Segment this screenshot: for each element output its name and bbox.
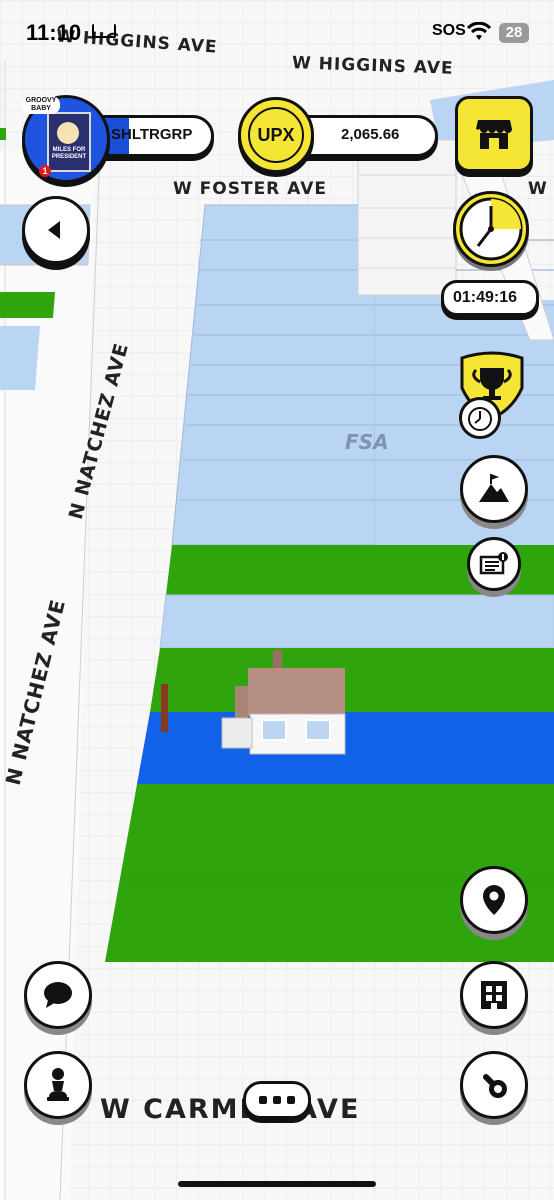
chess-pawn-icon [47,1068,69,1101]
upx-coin-icon[interactable]: UPX [238,97,314,173]
wifi-icon [467,22,491,40]
upx-balance: 2,065.66 [341,126,400,143]
street-label-foster: W FOSTER AVE [173,179,327,199]
search-icon [483,1074,507,1098]
street-label-carmen: W CARMEN AVE [100,1094,361,1125]
properties-button[interactable] [460,961,528,1029]
status-time: 11:10 [26,20,82,45]
upx-coin-inner: UPX [248,107,304,163]
timer-pill[interactable]: 01:49:16 [441,280,539,316]
more-dots-icon [259,1096,295,1104]
back-arrow-icon [48,221,60,239]
mountain-flag-icon [479,474,509,502]
shop-button[interactable] [455,96,533,172]
street-label-foster: W F [528,179,554,199]
trophy-timer-badge [459,397,501,439]
location-pin-icon [483,885,505,915]
neighborhood-label: FSA [345,430,389,454]
chat-bubble-icon [44,982,72,1008]
status-sos: SOS [432,22,466,39]
newspaper-icon [479,552,508,575]
notification-badge[interactable]: 1 [39,165,51,177]
avatar-speech-caption: GROOVY BABY [22,96,60,114]
timer-value: 01:49:16 [453,289,518,306]
storefront-icon [476,120,512,149]
chat-button[interactable] [24,961,92,1029]
avatar-caption: MILES FOR PRESIDENT [51,147,87,160]
clock-button[interactable] [453,191,529,267]
more-button[interactable] [243,1081,311,1119]
location-button[interactable] [460,866,528,934]
search-button[interactable] [460,1051,528,1119]
back-button[interactable] [22,196,90,264]
avatar-face [57,122,79,144]
avatar-pawn-button[interactable] [24,1051,92,1119]
stopwatch-icon [468,407,492,431]
avatar-card: MILES FOR PRESIDENT [47,112,91,172]
sleep-bed-icon [92,24,116,38]
player-username: SHLTRGRP [111,126,193,143]
news-button[interactable] [467,537,521,591]
home-indicator[interactable] [178,1181,376,1187]
landmark-button[interactable] [460,455,528,523]
battery-indicator: 28 [499,23,529,43]
building-icon [481,981,507,1009]
status-bar: 11:10 SOS 28 [0,0,554,60]
upx-label: UPX [257,124,295,145]
clock-icon [459,197,523,261]
